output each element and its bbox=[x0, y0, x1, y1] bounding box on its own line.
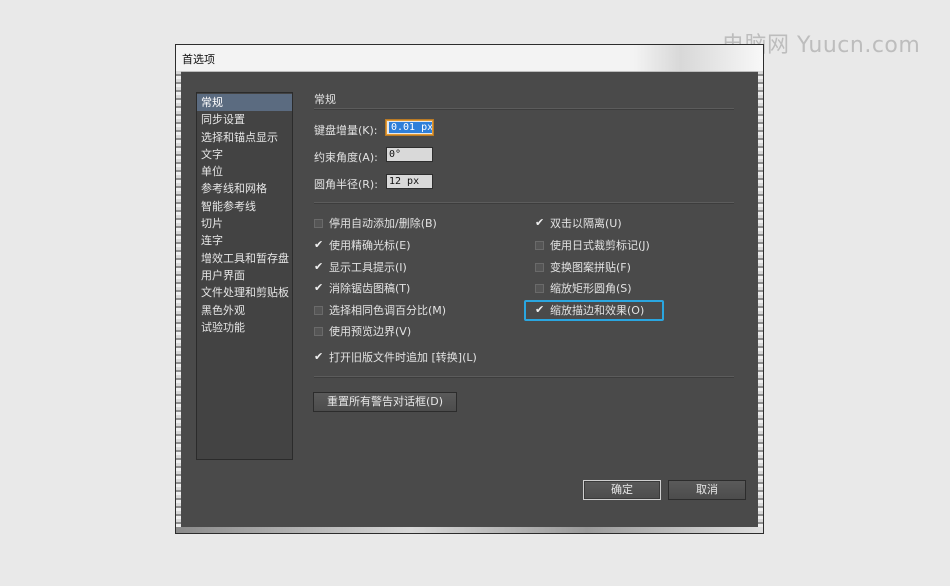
preferences-dialog: 首选项 常规 同步设置 选择和锚点显示 文字 单位 参考线和网格 智能参考线 切… bbox=[175, 44, 764, 534]
sidebar-item-type[interactable]: 文字 bbox=[197, 146, 292, 163]
window-frame-bottom bbox=[176, 527, 763, 533]
sidebar-item-slices[interactable]: 切片 bbox=[197, 215, 292, 232]
sidebar-item-general[interactable]: 常规 bbox=[197, 94, 292, 112]
sidebar-item-guides-grid[interactable]: 参考线和网格 bbox=[197, 180, 292, 197]
title-bar[interactable]: 首选项 bbox=[176, 45, 763, 72]
option-label: 停用自动添加/删除(B) bbox=[329, 217, 437, 230]
sidebar-item-black-appearance[interactable]: 黑色外观 bbox=[197, 302, 292, 319]
checkbox-precise-cursors[interactable] bbox=[314, 238, 323, 251]
dialog-title: 首选项 bbox=[182, 53, 215, 66]
option-label: 缩放矩形圆角(S) bbox=[550, 282, 632, 295]
option-double-click-isolate[interactable]: 双击以隔离(U) bbox=[535, 215, 622, 231]
option-label: 选择相同色调百分比(M) bbox=[329, 304, 447, 317]
option-label: 显示工具提示(I) bbox=[329, 261, 407, 274]
option-label: 双击以隔离(U) bbox=[550, 217, 622, 230]
section-divider-bottom bbox=[314, 376, 734, 378]
option-label: 使用预览边界(V) bbox=[329, 325, 412, 338]
checkbox-append-convert[interactable] bbox=[314, 350, 323, 363]
option-show-tool-tips[interactable]: 显示工具提示(I) bbox=[314, 259, 407, 275]
constrain-angle-label: 约束角度(A): bbox=[314, 151, 378, 164]
option-label: 消除锯齿图稿(T) bbox=[329, 282, 411, 295]
section-divider-top bbox=[314, 108, 734, 110]
checkbox-transform-pattern-tiles[interactable] bbox=[535, 262, 544, 272]
category-list: 常规 同步设置 选择和锚点显示 文字 单位 参考线和网格 智能参考线 切片 连字… bbox=[196, 92, 293, 460]
option-append-convert[interactable]: 打开旧版文件时追加 [转换](L) bbox=[314, 349, 477, 365]
option-label: 使用日式裁剪标记(J) bbox=[550, 239, 650, 252]
option-label: 变换图案拼贴(F) bbox=[550, 261, 631, 274]
sidebar-item-plugins-scratch-disks[interactable]: 增效工具和暂存盘 bbox=[197, 250, 292, 267]
constrain-angle-input[interactable]: 0° bbox=[386, 147, 433, 162]
sidebar-item-hyphenation[interactable]: 连字 bbox=[197, 232, 292, 249]
checkbox-scale-corners[interactable] bbox=[535, 283, 544, 293]
cancel-button[interactable]: 取消 bbox=[668, 480, 746, 500]
highlight-box bbox=[524, 300, 664, 321]
option-disable-auto-add-delete[interactable]: 停用自动添加/删除(B) bbox=[314, 215, 437, 231]
keyboard-increment-input[interactable]: 0.01 px bbox=[386, 120, 433, 135]
checkbox-anti-aliased-artwork[interactable] bbox=[314, 281, 323, 294]
corner-radius-input[interactable]: 12 px bbox=[386, 174, 433, 189]
checkbox-double-click-isolate[interactable] bbox=[535, 216, 544, 229]
section-title: 常规 bbox=[314, 93, 336, 106]
checkbox-preview-bounds[interactable] bbox=[314, 326, 323, 336]
corner-radius-label: 圆角半径(R): bbox=[314, 178, 378, 191]
dialog-content: 常规 同步设置 选择和锚点显示 文字 单位 参考线和网格 智能参考线 切片 连字… bbox=[181, 72, 758, 527]
reset-warnings-button[interactable]: 重置所有警告对话框(D) bbox=[313, 392, 457, 412]
option-anti-aliased-artwork[interactable]: 消除锯齿图稿(T) bbox=[314, 280, 410, 296]
option-preview-bounds[interactable]: 使用预览边界(V) bbox=[314, 323, 411, 339]
option-precise-cursors[interactable]: 使用精确光标(E) bbox=[314, 237, 411, 253]
sidebar-item-user-interface[interactable]: 用户界面 bbox=[197, 267, 292, 284]
checkbox-show-tool-tips[interactable] bbox=[314, 260, 323, 273]
option-select-same-tint[interactable]: 选择相同色调百分比(M) bbox=[314, 302, 446, 318]
section-divider-mid bbox=[314, 202, 734, 204]
option-scale-corners[interactable]: 缩放矩形圆角(S) bbox=[535, 280, 632, 296]
checkbox-disable-auto-add-delete[interactable] bbox=[314, 218, 323, 228]
option-label: 打开旧版文件时追加 [转换](L) bbox=[329, 351, 477, 364]
option-transform-pattern-tiles[interactable]: 变换图案拼贴(F) bbox=[535, 259, 631, 275]
ok-button[interactable]: 确定 bbox=[583, 480, 661, 500]
option-label: 使用精确光标(E) bbox=[329, 239, 411, 252]
sidebar-item-smart-guides[interactable]: 智能参考线 bbox=[197, 198, 292, 215]
sidebar-item-experimental[interactable]: 试验功能 bbox=[197, 319, 292, 336]
keyboard-increment-value: 0.01 px bbox=[389, 122, 432, 133]
keyboard-increment-label: 键盘增量(K): bbox=[314, 124, 378, 137]
sidebar-item-sync-settings[interactable]: 同步设置 bbox=[197, 111, 292, 128]
sidebar-item-units[interactable]: 单位 bbox=[197, 163, 292, 180]
checkbox-select-same-tint[interactable] bbox=[314, 305, 323, 315]
window-frame-right bbox=[758, 71, 763, 533]
option-japanese-crop-marks[interactable]: 使用日式裁剪标记(J) bbox=[535, 237, 650, 253]
sidebar-item-file-handling-clipboard[interactable]: 文件处理和剪贴板 bbox=[197, 284, 292, 301]
checkbox-japanese-crop-marks[interactable] bbox=[535, 240, 544, 250]
sidebar-item-selection-anchor-display[interactable]: 选择和锚点显示 bbox=[197, 129, 292, 146]
